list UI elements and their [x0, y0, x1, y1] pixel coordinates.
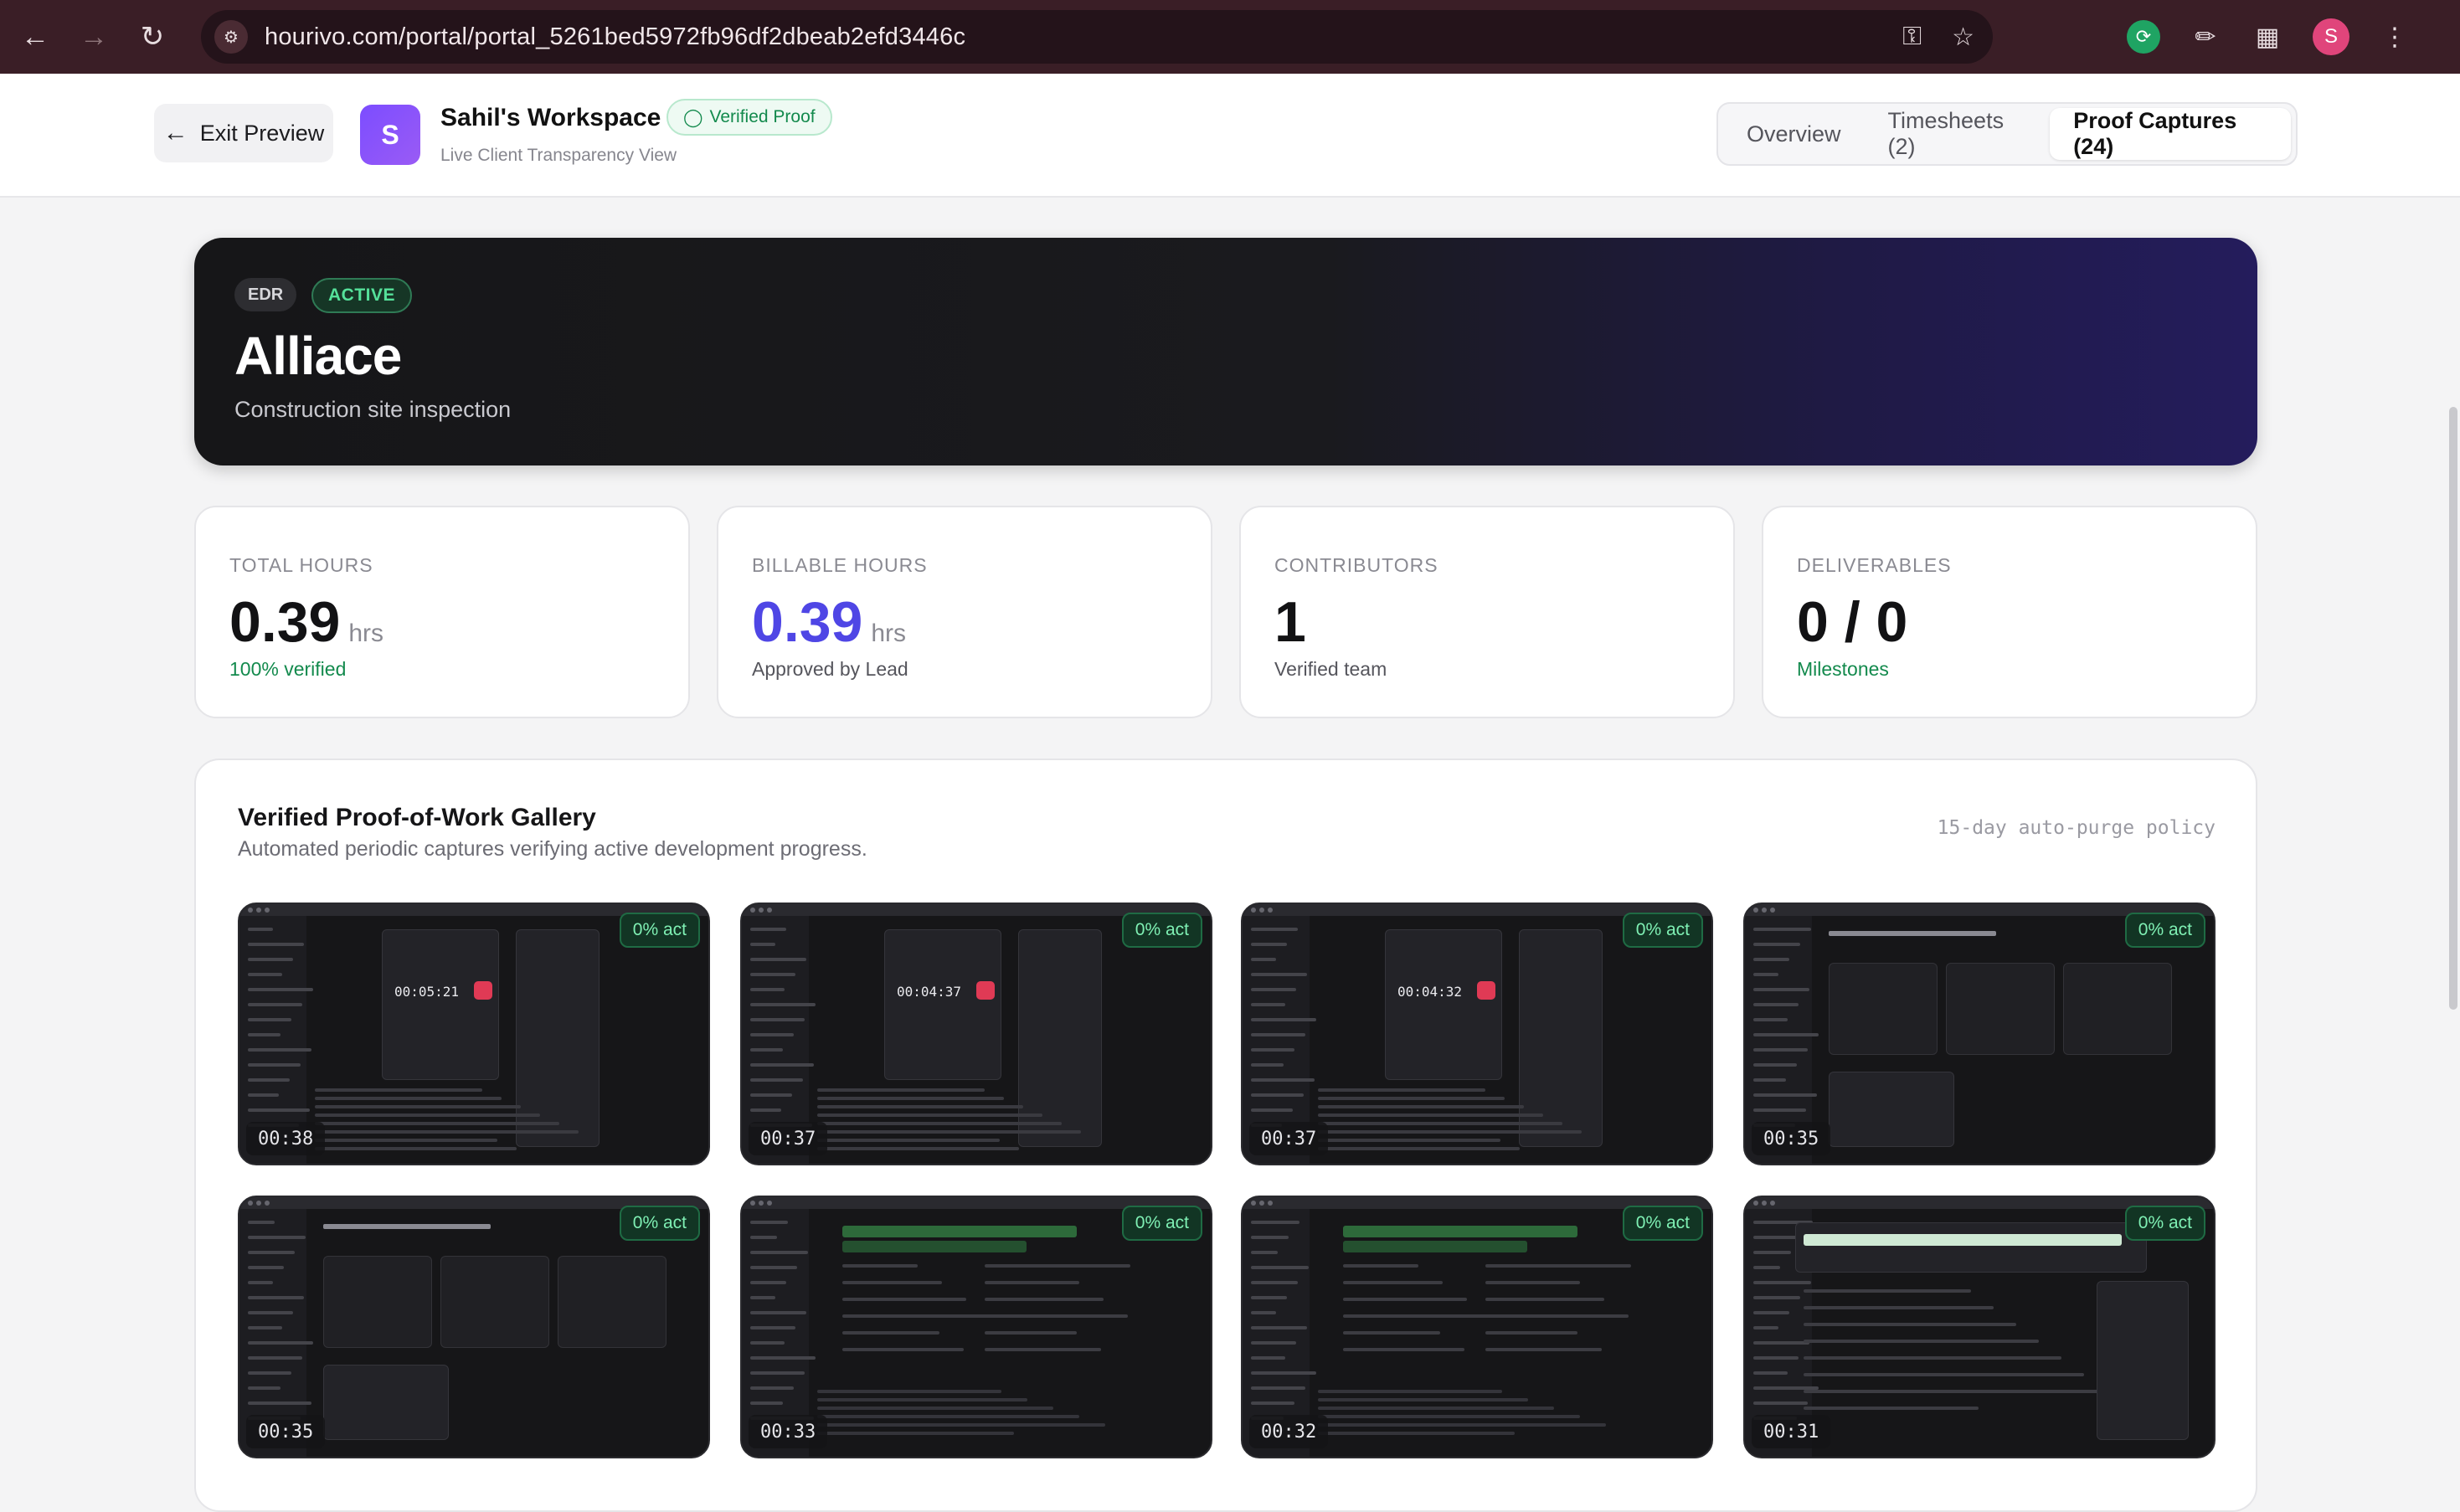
- stat-number: 0 / 0: [1797, 590, 1908, 654]
- stat-card-contributors: CONTRIBUTORS 1 Verified team: [1239, 506, 1735, 718]
- forward-icon[interactable]: →: [70, 13, 117, 60]
- capture-time-badge: 00:37: [1249, 1122, 1329, 1155]
- browser-toolbar: ← → ↻ ⚙ hourivo.com/portal/portal_5261be…: [0, 0, 2460, 74]
- stat-card-deliverables: DELIVERABLES 0 / 0 Milestones: [1762, 506, 2257, 718]
- scrollbar-thumb[interactable]: [2449, 407, 2457, 1010]
- profile-avatar[interactable]: S: [2313, 18, 2349, 55]
- project-status-badge: ACTIVE: [311, 278, 413, 313]
- stat-note: 100% verified: [229, 658, 347, 680]
- portal-header: ← Exit Preview S Sahil's Workspace ◯ Ver…: [0, 74, 2460, 198]
- stat-unit: hrs: [871, 620, 907, 647]
- tracker-timer-text: 00:04:37: [897, 984, 962, 1000]
- capture-thumbnail[interactable]: 0% act 00:35: [1743, 903, 2216, 1165]
- capture-thumbnail[interactable]: 00:05:21 0% act 00:38: [238, 903, 710, 1165]
- capture-thumbnail[interactable]: 00:04:32 0% act 00:37: [1241, 903, 1713, 1165]
- extensions-puzzle-icon[interactable]: ▦: [2251, 20, 2284, 54]
- tracker-timer-text: 00:05:21: [394, 984, 460, 1000]
- exit-preview-button[interactable]: ← Exit Preview: [154, 104, 333, 162]
- stat-label: DELIVERABLES: [1797, 554, 1952, 576]
- capture-time-badge: 00:32: [1249, 1415, 1329, 1448]
- stat-note: Milestones: [1797, 658, 1889, 680]
- stat-number: 0.39: [229, 590, 341, 654]
- project-title: Alliace: [234, 326, 402, 386]
- capture-thumbnail[interactable]: 00:04:37 0% act 00:37: [740, 903, 1212, 1165]
- exit-preview-label: Exit Preview: [199, 120, 325, 146]
- proof-gallery: Verified Proof-of-Work Gallery Automated…: [194, 759, 2257, 1512]
- project-description: Construction site inspection: [234, 397, 512, 422]
- tab-timesheets[interactable]: Timesheets (2): [1865, 108, 2051, 160]
- project-hero: EDR ACTIVE Alliace Construction site ins…: [194, 238, 2257, 465]
- reload-icon[interactable]: ↻: [129, 13, 176, 60]
- activity-badge: 0% act: [1121, 1206, 1202, 1241]
- stat-value: 1: [1274, 589, 1306, 655]
- activity-badge: 0% act: [2124, 1206, 2205, 1241]
- gallery-subtitle: Automated periodic captures verifying ac…: [238, 837, 867, 861]
- tab-overview[interactable]: Overview: [1723, 108, 1865, 160]
- stat-number: 0.39: [752, 590, 863, 654]
- arrow-left-icon: ←: [162, 119, 188, 147]
- stat-note: Approved by Lead: [752, 658, 908, 680]
- address-bar[interactable]: ⚙ hourivo.com/portal/portal_5261bed5972f…: [201, 10, 1993, 64]
- workspace-subtitle: Live Client Transparency View: [440, 146, 677, 165]
- project-code-chip: EDR: [234, 278, 297, 311]
- activity-badge: 0% act: [1121, 913, 1202, 948]
- auto-purge-policy: 15-day auto-purge policy: [1937, 817, 2216, 839]
- stat-label: TOTAL HOURS: [229, 554, 373, 576]
- back-icon[interactable]: ←: [12, 13, 59, 60]
- activity-badge: 0% act: [1622, 913, 1703, 948]
- workspace-avatar: S: [360, 105, 420, 165]
- activity-badge: 0% act: [1622, 1206, 1703, 1241]
- stat-card-total-hours: TOTAL HOURS 0.39 hrs 100% verified: [194, 506, 690, 718]
- capture-thumbnail[interactable]: 0% act 00:35: [238, 1196, 710, 1458]
- menu-kebab-icon[interactable]: ⋮: [2378, 20, 2411, 54]
- eyedropper-icon[interactable]: ✏: [2189, 20, 2222, 54]
- stat-unit: hrs: [348, 620, 384, 647]
- capture-time-badge: 00:35: [1752, 1122, 1831, 1155]
- capture-thumbnail[interactable]: 0% act 00:32: [1241, 1196, 1713, 1458]
- stat-card-billable-hours: BILLABLE HOURS 0.39 hrs Approved by Lead: [717, 506, 1212, 718]
- shield-icon: ◯: [683, 107, 703, 127]
- capture-time-badge: 00:35: [246, 1415, 326, 1448]
- capture-time-badge: 00:37: [749, 1122, 828, 1155]
- capture-time-badge: 00:31: [1752, 1415, 1831, 1448]
- stat-value: 0 / 0: [1797, 589, 1907, 655]
- gallery-title: Verified Proof-of-Work Gallery: [238, 804, 596, 831]
- activity-badge: 0% act: [619, 1206, 700, 1241]
- capture-thumbnail[interactable]: 0% act 00:31: [1743, 1196, 2216, 1458]
- activity-badge: 0% act: [619, 913, 700, 948]
- capture-thumbnail[interactable]: 0% act 00:33: [740, 1196, 1212, 1458]
- bookmark-star-icon[interactable]: ☆: [1952, 23, 1974, 52]
- stat-value: 0.39 hrs: [229, 589, 383, 655]
- activity-badge: 0% act: [2124, 913, 2205, 948]
- extension-green-icon[interactable]: ⟳: [2127, 20, 2160, 54]
- verified-proof-badge: ◯ Verified Proof: [666, 99, 832, 136]
- view-tabs: Overview Timesheets (2) Proof Captures (…: [1716, 102, 2298, 166]
- stat-value: 0.39 hrs: [752, 589, 906, 655]
- workspace-name: Sahil's Workspace: [440, 104, 661, 131]
- stat-note: Verified team: [1274, 658, 1387, 680]
- url-text[interactable]: hourivo.com/portal/portal_5261bed5972fb9…: [265, 23, 965, 51]
- capture-time-badge: 00:38: [246, 1122, 326, 1155]
- capture-time-badge: 00:33: [749, 1415, 828, 1448]
- stat-label: BILLABLE HOURS: [752, 554, 928, 576]
- stop-record-icon: [976, 981, 995, 1000]
- stop-record-icon: [474, 981, 492, 1000]
- stat-number: 1: [1274, 590, 1306, 654]
- tracker-timer-text: 00:04:32: [1397, 984, 1463, 1000]
- site-settings-icon[interactable]: ⚙: [214, 20, 248, 54]
- tab-proof-captures[interactable]: Proof Captures (24): [2050, 108, 2291, 160]
- stop-record-icon: [1477, 981, 1495, 1000]
- password-key-icon[interactable]: ⚿: [1902, 23, 1922, 51]
- page-scrollbar[interactable]: [2445, 198, 2460, 1473]
- verified-proof-label: Verified Proof: [709, 107, 816, 126]
- stat-label: CONTRIBUTORS: [1274, 554, 1438, 576]
